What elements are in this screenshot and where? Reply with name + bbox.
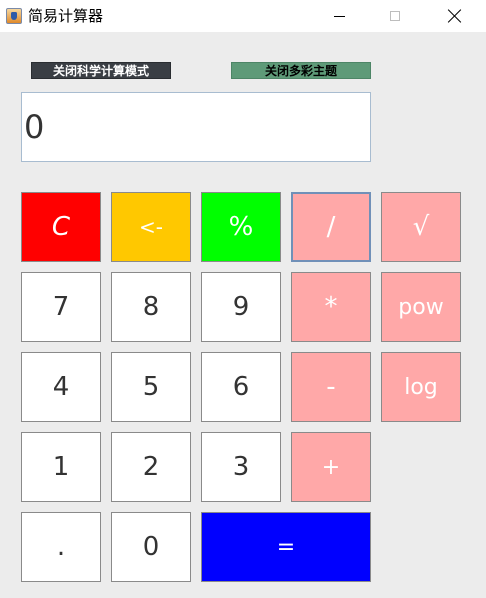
scientific-mode-toggle[interactable]: 关闭科学计算模式 [31,62,171,79]
backspace-button[interactable]: <- [111,192,191,262]
close-icon [448,9,462,23]
title-bar: 简易计算器 [0,0,486,32]
pow-button[interactable]: pow [381,272,461,342]
maximize-icon [390,11,400,21]
subtract-button[interactable]: - [291,352,371,422]
maximize-button[interactable] [372,0,418,32]
percent-button[interactable]: % [201,192,281,262]
digit-4-button[interactable]: 4 [21,352,101,422]
digit-8-button[interactable]: 8 [111,272,191,342]
log-button[interactable]: log [381,352,461,422]
digit-1-button[interactable]: 1 [21,432,101,502]
decimal-point-button[interactable]: . [21,512,101,582]
digit-6-button[interactable]: 6 [201,352,281,422]
digit-2-button[interactable]: 2 [111,432,191,502]
minimize-icon [333,15,345,17]
close-button[interactable] [432,0,478,32]
multiply-button[interactable]: * [291,272,371,342]
result-display[interactable]: 0 [21,92,371,162]
equals-button[interactable]: = [201,512,371,582]
digit-3-button[interactable]: 3 [201,432,281,502]
divide-button[interactable]: / [291,192,371,262]
add-button[interactable]: + [291,432,371,502]
digit-9-button[interactable]: 9 [201,272,281,342]
digit-7-button[interactable]: 7 [21,272,101,342]
app-icon [6,8,22,24]
clear-button[interactable]: C [21,192,101,262]
digit-0-button[interactable]: 0 [111,512,191,582]
sqrt-button[interactable]: √ [381,192,461,262]
window-title: 简易计算器 [28,7,104,25]
digit-5-button[interactable]: 5 [111,352,191,422]
display-value: 0 [24,108,45,146]
minimize-button[interactable] [316,0,362,32]
color-theme-toggle[interactable]: 关闭多彩主题 [231,62,371,79]
